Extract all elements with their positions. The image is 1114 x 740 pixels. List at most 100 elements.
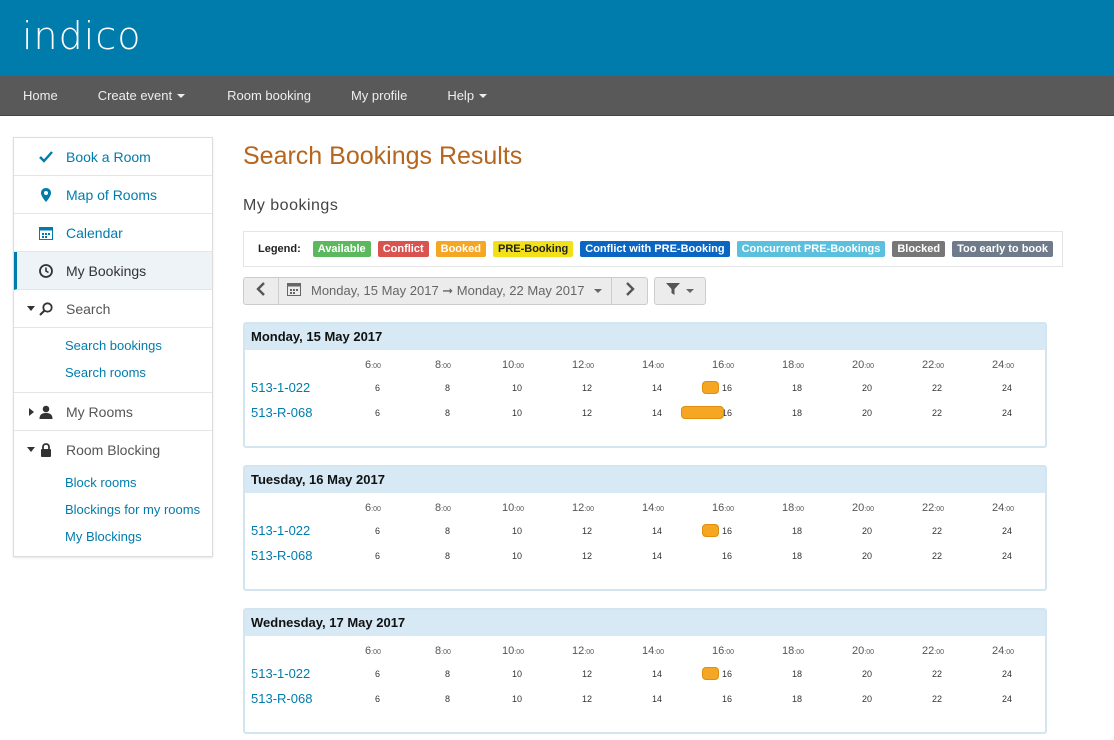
sidebar-item-label: Map of Rooms — [66, 186, 158, 203]
legend-badge-blocked: Blocked — [892, 241, 946, 257]
hour-header-label: 20:00 — [852, 645, 874, 657]
hour-value: 12 — [572, 502, 585, 514]
sidebar-link-my-blockings[interactable]: My Blockings — [65, 523, 212, 550]
hour-header-label: 20:00 — [852, 502, 874, 514]
hour-suffix: :00 — [514, 363, 524, 370]
hour-tick-label: 10 — [512, 408, 523, 418]
sidebar-item-my-bookings[interactable]: My Bookings — [14, 252, 212, 290]
room-link[interactable]: 513-R-068 — [251, 691, 312, 706]
hour-tick-label: 10 — [512, 551, 523, 561]
hour-tick-label: 22 — [932, 669, 943, 679]
sidebar-item-label: Search — [66, 300, 111, 317]
hour-suffix: :00 — [864, 363, 874, 370]
previous-button[interactable] — [243, 277, 279, 305]
nav-item-create-event[interactable]: Create event — [58, 76, 186, 116]
lock-icon — [38, 442, 54, 458]
hour-value: 18 — [782, 645, 795, 657]
hour-header-label: 14:00 — [642, 359, 664, 371]
nav-item-help[interactable]: Help — [407, 76, 488, 116]
room-link[interactable]: 513-1-022 — [251, 666, 310, 681]
hour-value: 22 — [922, 359, 935, 371]
site-header: indico — [0, 0, 1114, 76]
nav-item-my-profile[interactable]: My profile — [311, 76, 407, 116]
hour-header-label: 18:00 — [782, 359, 804, 371]
hour-value: 14 — [642, 645, 655, 657]
nav-item-home[interactable]: Home — [0, 76, 58, 116]
hour-header-label: 24:00 — [992, 502, 1014, 514]
hour-header-label: 22:00 — [922, 645, 944, 657]
page-title: Search Bookings Results — [243, 142, 523, 170]
hour-suffix: :00 — [1004, 363, 1014, 370]
hour-value: 20 — [852, 502, 865, 514]
hour-tick-label: 8 — [445, 383, 451, 393]
clock-icon — [38, 263, 54, 279]
day-header: Tuesday, 16 May 2017 — [245, 467, 1045, 493]
chevron-right-icon — [625, 281, 635, 301]
booking-bar[interactable] — [701, 381, 719, 394]
filter-icon — [666, 282, 680, 300]
day-list: Monday, 15 May 2017 6:00 8:00 10:00 12:00 14:… — [243, 322, 1063, 734]
sidebar-link-blockings-for-my-rooms[interactable]: Blockings for my rooms — [65, 496, 212, 523]
date-range-text: Monday, 15 May 2017 ➞ Monday, 22 May 201… — [311, 283, 585, 298]
sidebar-item-room-blocking[interactable]: Room Blocking — [14, 431, 212, 469]
hour-tick-label: 8 — [445, 669, 451, 679]
booking-bar[interactable] — [701, 667, 719, 680]
sidebar-item-my-rooms[interactable]: My Rooms — [14, 393, 212, 431]
hour-tick-label: 14 — [652, 669, 663, 679]
hour-header-label: 22:00 — [922, 502, 944, 514]
chevron-down-icon — [686, 289, 694, 293]
hour-suffix: :00 — [794, 506, 804, 513]
hour-header-label: 10:00 — [502, 645, 524, 657]
sidebar-item-label: Room Blocking — [66, 442, 161, 458]
hour-tick-label: 24 — [1002, 408, 1013, 418]
hour-tick-label: 6 — [375, 526, 381, 536]
legend-badge-pre-booking: PRE-Booking — [492, 241, 574, 257]
hour-header-label: 14:00 — [642, 502, 664, 514]
legend-badge-concurrent-pre-bookings: Concurrent PRE-Bookings — [736, 241, 886, 257]
room-link[interactable]: 513-R-068 — [251, 548, 312, 563]
booking-bar[interactable] — [701, 524, 719, 537]
hour-value: 10 — [502, 645, 515, 657]
checkmark-icon — [38, 149, 54, 165]
sidebar-item-label: My Bookings — [66, 262, 147, 279]
day-header: Monday, 15 May 2017 — [245, 324, 1045, 350]
hour-suffix: :00 — [864, 506, 874, 513]
main-content: Search Bookings Results My bookings Lege… — [243, 137, 1063, 734]
calendar-icon — [287, 282, 301, 301]
sidebar-item-search[interactable]: Search — [14, 290, 212, 328]
sidebar-item-calendar[interactable]: Calendar — [14, 214, 212, 252]
chevron-left-icon — [256, 281, 266, 301]
calendar-icon — [38, 225, 54, 241]
hour-value: 14 — [642, 359, 655, 371]
room-link[interactable]: 513-1-022 — [251, 380, 310, 395]
sidebar-item-map-rooms[interactable]: Map of Rooms — [14, 176, 212, 214]
room-link[interactable]: 513-R-068 — [251, 405, 312, 420]
sidebar-link-search-rooms[interactable]: Search rooms — [65, 359, 212, 386]
sidebar-link-search-bookings[interactable]: Search bookings — [65, 332, 212, 359]
hour-tick-label: 22 — [932, 551, 943, 561]
sidebar-item-book-room[interactable]: Book a Room — [14, 138, 212, 176]
hour-suffix: :00 — [654, 506, 664, 513]
hour-tick-label: 14 — [652, 551, 663, 561]
hour-header-label: 8:00 — [435, 645, 451, 657]
hour-suffix: :00 — [794, 649, 804, 656]
indico-logo[interactable]: indico — [22, 6, 141, 66]
booking-bar[interactable] — [680, 406, 725, 419]
date-range-picker[interactable]: Monday, 15 May 2017 ➞ Monday, 22 May 201… — [279, 277, 612, 305]
hour-suffix: :00 — [371, 506, 381, 513]
nav-item-room-booking[interactable]: Room booking — [185, 76, 311, 116]
day-header: Wednesday, 17 May 2017 — [245, 610, 1045, 636]
hour-value: 18 — [782, 502, 795, 514]
hour-suffix: :00 — [934, 506, 944, 513]
hour-tick-label: 24 — [1002, 383, 1013, 393]
sidebar-link-block-rooms[interactable]: Block rooms — [65, 469, 212, 496]
hour-tick-label: 16 — [722, 383, 733, 393]
next-button[interactable] — [612, 277, 648, 305]
room-link[interactable]: 513-1-022 — [251, 523, 310, 538]
hour-suffix: :00 — [584, 649, 594, 656]
hour-value: 16 — [712, 359, 725, 371]
date-toolbar: Monday, 15 May 2017 ➞ Monday, 22 May 201… — [243, 277, 1063, 305]
filter-button[interactable] — [654, 277, 706, 305]
hour-header-label: 16:00 — [712, 359, 734, 371]
sidebar-item-label: Calendar — [66, 224, 123, 241]
